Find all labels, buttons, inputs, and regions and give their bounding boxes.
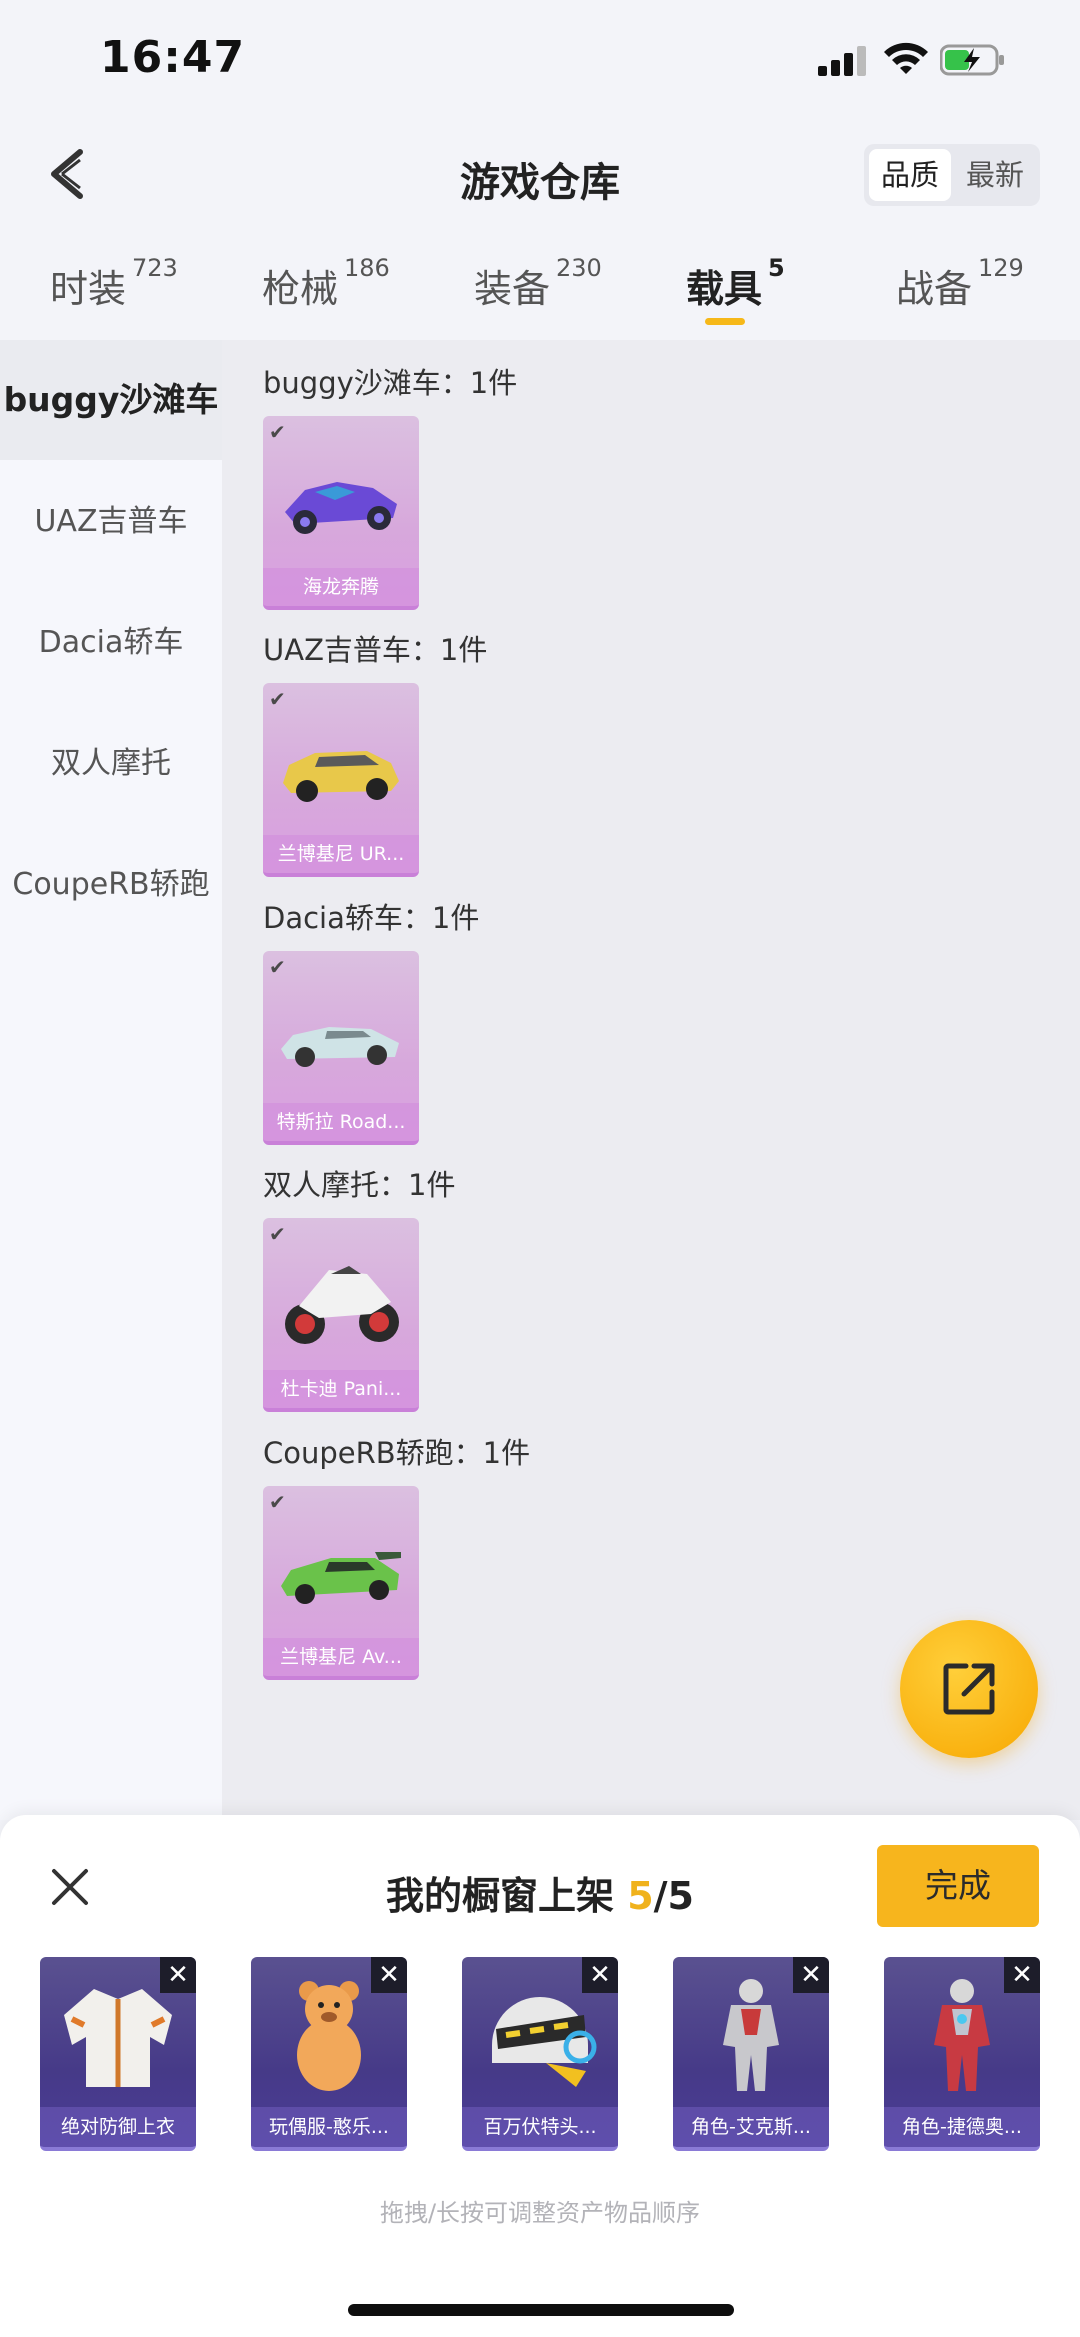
sort-toggle: 品质 最新 (864, 144, 1040, 206)
tab-count: 230 (556, 254, 602, 282)
status-time: 16:47 (100, 32, 246, 83)
sidebar-item-coupe[interactable]: CoupeRB轿跑 (0, 825, 222, 945)
share-icon (943, 1663, 995, 1715)
tab-count: 186 (344, 254, 390, 282)
check-icon: ✔ (269, 1490, 286, 1514)
helmet-icon (492, 1997, 597, 2087)
sheet-count: 5 (627, 1874, 654, 1918)
item-name: 兰博基尼 Av... (263, 1638, 419, 1676)
vehicle-list: buggy沙滩车：1件 ✔ 海龙奔腾 UAZ吉普车：1件 ✔ 兰博基尼 UR..… (222, 340, 1080, 1820)
sort-newest-button[interactable]: 最新 (954, 149, 1036, 201)
tab-count: 723 (132, 254, 178, 282)
showcase-slot[interactable]: ✕ 玩偶服-憨乐... (251, 1957, 407, 2151)
yellow-suv-icon (283, 751, 399, 802)
sidebar-item-uaz[interactable]: UAZ吉普车 (0, 462, 222, 582)
item-name: 兰博基尼 UR... (263, 835, 419, 873)
sidebar-item-buggy[interactable]: buggy沙滩车 (0, 340, 222, 460)
status-bar: 16:47 (0, 0, 1080, 120)
sidebar: buggy沙滩车 UAZ吉普车 Dacia轿车 双人摩托 CoupeRB轿跑 (0, 340, 222, 1820)
remove-icon[interactable]: ✕ (1004, 1957, 1040, 1993)
hero-red-icon (934, 1979, 990, 2091)
group-title: buggy沙滩车：1件 (263, 366, 518, 400)
item-name: 杜卡迪 Pani... (263, 1370, 419, 1408)
group-title: Dacia轿车：1件 (263, 901, 480, 935)
green-supercar-icon (281, 1552, 401, 1604)
check-icon: ✔ (269, 420, 286, 444)
done-button[interactable]: 完成 (877, 1845, 1039, 1927)
hero-silver-icon (723, 1979, 779, 2091)
showcase-slot[interactable]: ✕ 角色-捷德奥... (884, 1957, 1040, 2151)
group-title: 双人摩托：1件 (263, 1168, 456, 1202)
silver-roadster-icon (281, 1027, 399, 1067)
tab-fashion[interactable]: 时装 723 (50, 254, 178, 313)
item-card[interactable]: ✔ 特斯拉 Road... (263, 951, 419, 1145)
tab-label: 枪械 (262, 267, 339, 311)
category-tabs: 时装 723 枪械 186 装备 230 载具 5 战备 129 (0, 250, 1080, 340)
tab-label: 装备 (474, 267, 551, 311)
slot-name: 玩偶服-憨乐... (251, 2107, 407, 2147)
slot-name: 角色-捷德奥... (884, 2107, 1040, 2147)
reorder-hint: 拖拽/长按可调整资产物品顺序 (379, 2199, 701, 2227)
top-nav: 游戏仓库 品质 最新 (0, 130, 1080, 220)
remove-icon[interactable]: ✕ (793, 1957, 829, 1993)
remove-icon[interactable]: ✕ (371, 1957, 407, 1993)
tab-count: 129 (978, 254, 1024, 282)
group-title: UAZ吉普车：1件 (263, 633, 488, 667)
tab-firearms[interactable]: 枪械 186 (262, 254, 390, 313)
group-title: CoupeRB轿跑：1件 (263, 1436, 531, 1470)
battery-charging-icon (940, 44, 1004, 76)
item-name: 海龙奔腾 (263, 568, 419, 606)
jacket-icon (64, 1989, 172, 2087)
tab-supplies[interactable]: 战备 129 (896, 254, 1024, 313)
white-motorcycle-icon (285, 1266, 399, 1344)
home-indicator[interactable] (348, 2304, 734, 2316)
bear-costume-icon (297, 1981, 361, 2091)
item-card[interactable]: ✔ 杜卡迪 Pani... (263, 1218, 419, 1412)
slot-name: 角色-艾克斯... (673, 2107, 829, 2147)
item-card[interactable]: ✔ 兰博基尼 UR... (263, 683, 419, 877)
tab-label: 时装 (50, 267, 127, 311)
showcase-slot[interactable]: ✕ 百万伏特头... (462, 1957, 618, 2151)
purple-buggy-icon (285, 482, 397, 534)
item-card[interactable]: ✔ 兰博基尼 Av... (263, 1486, 419, 1680)
sort-quality-button[interactable]: 品质 (869, 149, 951, 201)
tab-label: 载具 (686, 267, 763, 311)
wifi-icon (884, 42, 928, 74)
item-name: 特斯拉 Road... (263, 1103, 419, 1141)
check-icon: ✔ (269, 1222, 286, 1246)
sheet-total: /5 (653, 1874, 694, 1918)
remove-icon[interactable]: ✕ (160, 1957, 196, 1993)
sidebar-item-dacia[interactable]: Dacia轿车 (0, 583, 222, 703)
slot-name: 百万伏特头... (462, 2107, 618, 2147)
showcase-sheet: 我的橱窗上架 5/5 完成 ✕ 绝对防御上衣 ✕ 玩偶服-憨乐... ✕ 百万伏… (0, 1815, 1080, 2337)
showcase-slot[interactable]: ✕ 绝对防御上衣 (40, 1957, 196, 2151)
check-icon: ✔ (269, 687, 286, 711)
share-button[interactable] (900, 1620, 1038, 1758)
sheet-title-text: 我的橱窗上架 (385, 1874, 628, 1918)
check-icon: ✔ (269, 955, 286, 979)
active-tab-indicator (705, 318, 745, 325)
tab-label: 战备 (896, 267, 973, 311)
remove-icon[interactable]: ✕ (582, 1957, 618, 1993)
slot-name: 绝对防御上衣 (40, 2107, 196, 2147)
showcase-slot[interactable]: ✕ 角色-艾克斯... (673, 1957, 829, 2151)
tab-equipment[interactable]: 装备 230 (474, 254, 602, 313)
cellular-signal-icon (818, 44, 870, 76)
item-card[interactable]: ✔ 海龙奔腾 (263, 416, 419, 610)
tab-vehicles[interactable]: 载具 5 (686, 254, 785, 313)
sidebar-item-motorcycle[interactable]: 双人摩托 (0, 704, 222, 824)
tab-count: 5 (768, 254, 785, 282)
